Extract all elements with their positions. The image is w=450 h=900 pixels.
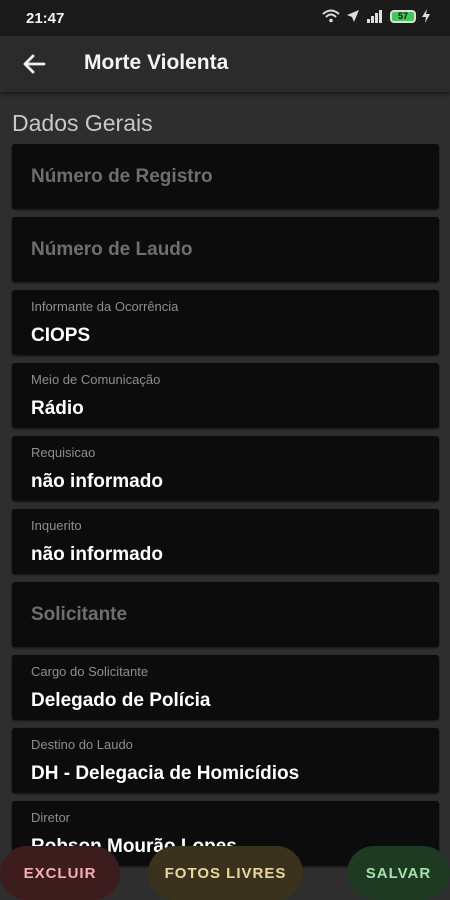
field-label: Inquerito <box>31 518 82 533</box>
field-label: Destino do Laudo <box>31 737 133 752</box>
field-value: não informado <box>31 544 163 565</box>
field-label: Cargo do Solicitante <box>31 664 149 679</box>
field-value: Delegado de Polícia <box>31 690 211 711</box>
requisicao-field[interactable]: Requisicao não informado <box>12 436 439 501</box>
field-value: Rádio <box>31 398 84 419</box>
field-placeholder: Número de Laudo <box>31 239 193 260</box>
field-value: CIOPS <box>31 325 91 346</box>
destino-laudo-field[interactable]: Destino do Laudo DH - Delegacia de Homic… <box>12 728 439 793</box>
field-label: Requisicao <box>31 445 96 460</box>
field-label: Informante da Ocorrência <box>31 299 179 314</box>
form-fields: Número de Registro Número de Laudo Infor… <box>12 144 439 874</box>
field-value: não informado <box>31 471 163 492</box>
field-label: Diretor <box>31 810 71 825</box>
page-title: Morte Violenta <box>84 51 229 74</box>
charging-icon <box>422 9 430 23</box>
informante-field[interactable]: Informante da Ocorrência CIOPS <box>12 290 439 355</box>
field-value: DH - Delegacia de Homicídios <box>31 763 300 784</box>
field-label: Meio de Comunicação <box>31 372 161 387</box>
status-time: 21:47 <box>26 10 65 27</box>
save-button[interactable]: SALVAR <box>347 846 450 900</box>
back-arrow-icon[interactable] <box>20 50 48 78</box>
registro-number-field[interactable]: Número de Registro <box>12 144 439 209</box>
signal-icon <box>367 10 382 23</box>
free-photos-button[interactable]: FOTOS LIVRES <box>148 846 303 900</box>
wifi-icon <box>322 9 340 23</box>
inquerito-field[interactable]: Inquerito não informado <box>12 509 439 574</box>
meio-comunicacao-field[interactable]: Meio de Comunicação Rádio <box>12 363 439 428</box>
laudo-number-field[interactable]: Número de Laudo <box>12 217 439 282</box>
cargo-solicitante-field[interactable]: Cargo do Solicitante Delegado de Polícia <box>12 655 439 720</box>
section-title: Dados Gerais <box>12 110 153 136</box>
status-icons: 57 <box>322 9 430 23</box>
solicitante-field[interactable]: Solicitante <box>12 582 439 647</box>
location-icon <box>347 10 359 22</box>
field-placeholder: Solicitante <box>31 604 128 625</box>
field-placeholder: Número de Registro <box>31 166 213 187</box>
battery-icon: 57 <box>390 9 416 23</box>
app-bar: Morte Violenta <box>0 36 450 92</box>
status-bar: 21:47 57 <box>0 0 450 36</box>
delete-button[interactable]: EXCLUIR <box>0 846 120 900</box>
